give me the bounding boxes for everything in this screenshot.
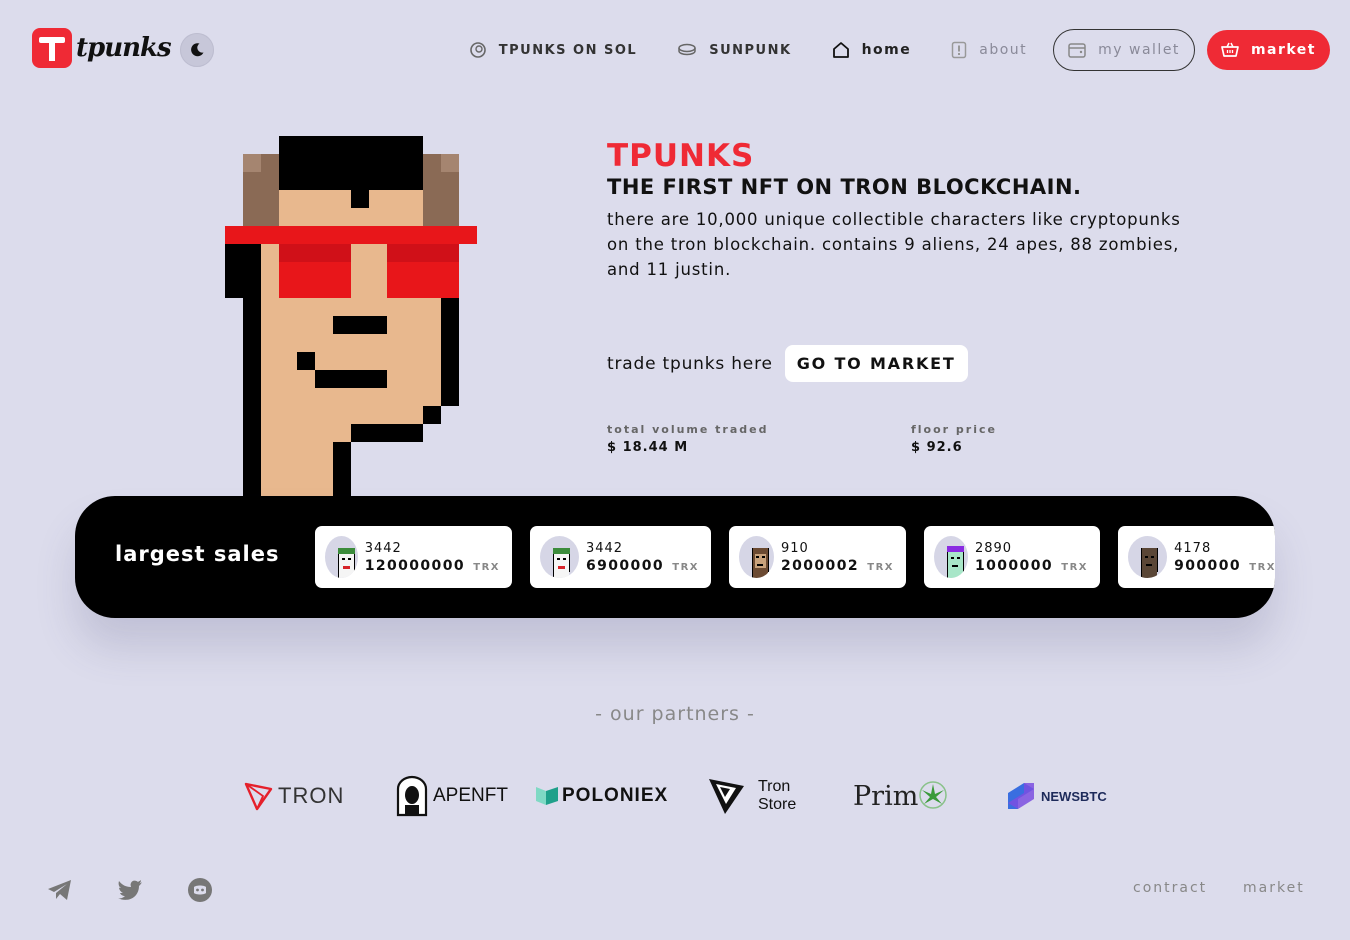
sale-currency: TRX [473, 561, 500, 573]
leaf-logo-icon [919, 781, 948, 809]
tron-logo-icon [244, 782, 273, 811]
partner-name: Prim [853, 780, 919, 812]
trade-label: trade tpunks here [607, 353, 773, 374]
newsbtc-logo-icon [1008, 783, 1034, 809]
basket-icon [1221, 42, 1239, 58]
partner-name: POLONIEX [562, 785, 669, 806]
nav-label: about [979, 42, 1028, 58]
coins-stack-icon [677, 42, 697, 58]
punk-avatar [739, 536, 774, 578]
hero-description: there are 10,000 unique collectible char… [607, 210, 1181, 279]
poloniex-logo-icon [536, 787, 558, 805]
nav-item-sunpunk[interactable]: SUNPUNK [677, 42, 791, 58]
partner-tron[interactable]: TRON [244, 772, 344, 820]
hero-punk-image [225, 136, 477, 604]
telegram-link[interactable] [46, 876, 74, 904]
partner-poloniex[interactable]: POLONIEX [536, 772, 668, 820]
punk-avatar [540, 536, 579, 578]
info-icon [951, 41, 967, 59]
sale-card[interactable]: 4178 900000 TRX [1118, 526, 1275, 588]
telegram-icon [48, 880, 71, 900]
tron-store-logo-icon [709, 779, 744, 814]
coin-icon [469, 41, 487, 59]
sale-price: 1000000 [974, 557, 1053, 574]
market-button[interactable]: market [1206, 30, 1330, 70]
theme-toggle-button[interactable] [180, 33, 214, 67]
footer-contract-link[interactable]: contract [1133, 880, 1207, 896]
sale-price: 6900000 [585, 557, 664, 574]
sale-card[interactable]: 3442 6900000 TRX [530, 526, 711, 588]
sale-currency: TRX [672, 561, 699, 573]
partner-prim[interactable]: Prim [853, 772, 948, 820]
volume-stat: total volume traded $ 18.44 M [607, 423, 769, 455]
partner-apenft[interactable]: APENFT [395, 772, 508, 820]
sale-id: 3442 [364, 540, 402, 556]
sales-title: largest sales [115, 542, 280, 566]
sale-id: 3442 [585, 540, 624, 556]
nav-item-home[interactable]: home [832, 41, 912, 59]
go-to-market-button[interactable]: GO TO MARKET [784, 345, 968, 382]
partner-name: TRON [278, 783, 345, 808]
discord-link[interactable] [186, 876, 214, 904]
home-icon [832, 41, 850, 59]
sale-currency: TRX [867, 561, 894, 573]
floor-stat: floor price $ 92.6 [911, 423, 997, 455]
header: tpunks TPUNKS ON SOL SUNPUNK home about … [0, 0, 1350, 100]
trade-row: trade tpunks here GO TO MARKET [607, 345, 968, 382]
wallet-icon [1068, 42, 1086, 58]
partner-tron-store[interactable]: Tron Store [708, 772, 796, 820]
twitter-link[interactable] [116, 876, 144, 904]
sale-card[interactable]: 910 2000002 TRX [729, 526, 906, 588]
sale-id: 4178 [1174, 540, 1212, 556]
brand-name: tpunks [76, 33, 172, 63]
market-label: market [1250, 42, 1316, 58]
sale-price: 900000 [1174, 557, 1241, 574]
partners-title: - our partners - [595, 703, 755, 725]
partner-newsbtc[interactable]: NEWSBTC [1006, 772, 1107, 820]
wallet-label: my wallet [1098, 42, 1180, 58]
main-nav: TPUNKS ON SOL SUNPUNK home about my wall… [429, 29, 1330, 71]
sale-currency: TRX [1249, 561, 1275, 573]
sale-id: 910 [780, 540, 809, 556]
sales-list: 3442 120000000 TRX 3442 6900000 TRX 910 … [315, 526, 1275, 588]
sale-id: 2890 [974, 540, 1013, 556]
hero-section: TPUNKS THE FIRST NFT ON TRON BLOCKCHAIN.… [607, 140, 1207, 282]
my-wallet-button[interactable]: my wallet [1053, 29, 1195, 71]
partner-name: APENFT [433, 785, 508, 806]
logo-mark-icon [32, 28, 72, 68]
nav-item-tpunks-on-sol[interactable]: TPUNKS ON SOL [469, 41, 637, 59]
nav-item-about[interactable]: about [951, 41, 1027, 59]
nav-label: SUNPUNK [709, 42, 792, 58]
floor-value: $ 92.6 [911, 440, 963, 455]
largest-sales-strip: largest sales 3442 120000000 TRX 3442 69… [75, 496, 1275, 618]
partner-name-line1: Tron [758, 778, 791, 795]
sale-card[interactable]: 3442 120000000 TRX [315, 526, 512, 588]
volume-label: total volume traded [607, 423, 769, 436]
nav-label: TPUNKS ON SOL [498, 42, 638, 58]
volume-value: $ 18.44 M [607, 440, 689, 455]
discord-icon [188, 878, 212, 902]
partner-name: NEWSBTC [1041, 788, 1107, 804]
sale-currency: TRX [1061, 561, 1088, 573]
floor-label: floor price [911, 423, 997, 436]
hero-title: TPUNKS [607, 138, 755, 174]
sale-price: 2000002 [780, 557, 859, 574]
partner-name-line2: Store [758, 796, 797, 813]
brand-logo[interactable]: tpunks [32, 28, 172, 68]
twitter-icon [118, 880, 142, 900]
nav-label: home [861, 42, 912, 58]
punk-avatar [325, 536, 358, 578]
hero-subtitle: THE FIRST NFT ON TRON BLOCKCHAIN. [607, 175, 1082, 199]
sale-card[interactable]: 2890 1000000 TRX [924, 526, 1100, 588]
apenft-logo-icon [396, 775, 428, 817]
moon-icon [191, 43, 204, 57]
punk-avatar [934, 536, 968, 578]
sale-price: 120000000 [364, 557, 465, 574]
punk-avatar [1128, 536, 1168, 578]
footer-market-link[interactable]: market [1243, 880, 1305, 896]
